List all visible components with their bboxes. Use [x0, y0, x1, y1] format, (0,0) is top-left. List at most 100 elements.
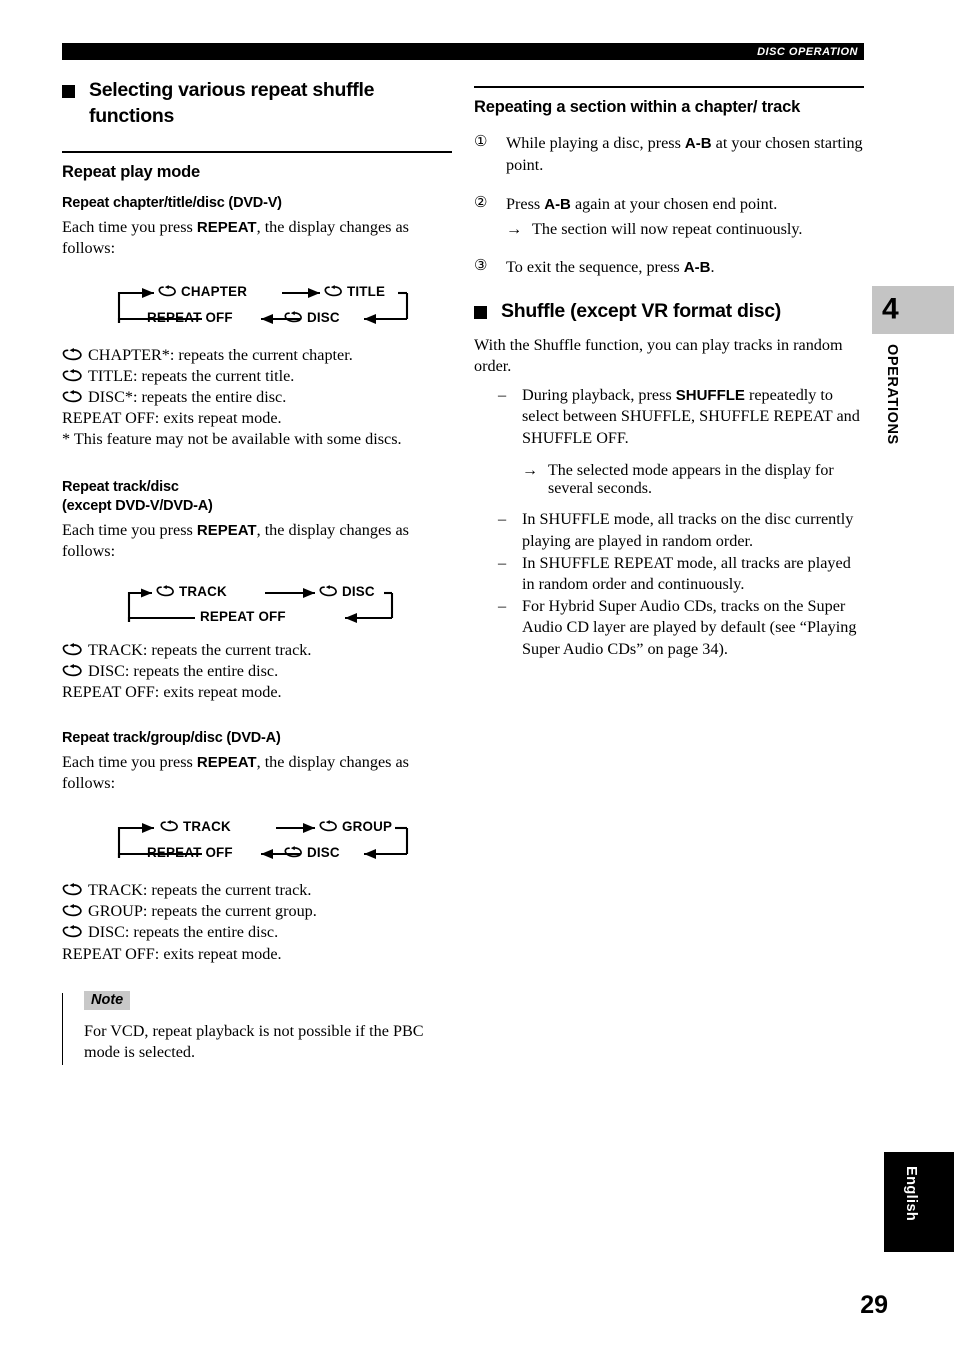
repeat-loop-icon — [284, 311, 303, 324]
language-tab: English — [884, 1152, 954, 1252]
step-post: again at your chosen end point. — [570, 194, 778, 213]
flow-label-repeat-off-2: REPEAT OFF — [200, 609, 286, 625]
shuffle-pre: During playback, press — [522, 385, 676, 404]
step-number: ③ — [474, 258, 488, 275]
intro-pre-2: Each time you press — [62, 521, 197, 540]
note-tag: Note — [84, 990, 131, 1010]
repeat-loop-icon — [62, 643, 83, 657]
shuffle-list-item: – In SHUFFLE mode, all tracks on the dis… — [498, 509, 864, 552]
flow-label-track-3-text: TRACK — [183, 819, 231, 835]
definition-text: DISC: repeats the entire disc. — [88, 923, 279, 942]
definition-repeat-off: REPEAT OFF: exits repeat mode. — [62, 409, 282, 428]
flow-label-disc-text: DISC — [307, 310, 340, 326]
key-ab-1: A-B — [684, 134, 712, 152]
key-ab-2: A-B — [544, 195, 571, 213]
paragraph-repeat-intro-3: Each time you press REPEAT, the display … — [62, 752, 452, 794]
key-ab-3: A-B — [683, 259, 711, 277]
left-column: Selecting various repeat shuffle functio… — [62, 78, 452, 1065]
shuffle-item-text: During playback, press SHUFFLE repeatedl… — [522, 385, 864, 450]
arrow-right-icon: → — [522, 462, 538, 480]
step-number: ② — [474, 194, 488, 211]
bullet-square-icon — [62, 85, 75, 98]
flow-label-group-text: GROUP — [342, 819, 393, 835]
definition-repeat-off: REPEAT OFF: exits repeat mode. — [62, 683, 282, 702]
divider-rule — [62, 151, 452, 154]
repeat-loop-icon — [62, 904, 83, 918]
flow-label-chapter-text: CHAPTER — [181, 284, 248, 300]
chapter-number: 4 — [882, 292, 899, 326]
shuffle-result-text: The selected mode appears in the display… — [548, 462, 834, 498]
shuffle-item-text: For Hybrid Super Audio CDs, tracks on th… — [522, 596, 857, 658]
section-title-shuffle: Shuffle (except VR format disc) — [474, 299, 864, 325]
flow-diagram-chapter-title-disc: CHAPTER TITLE DISC REPEAT OFF — [62, 275, 452, 333]
step-item: ③ To exit the sequence, press A-B. — [474, 256, 864, 279]
dash-bullet-icon: – — [498, 510, 507, 529]
repeat-loop-icon — [62, 348, 83, 362]
repeat-loop-icon — [158, 285, 177, 298]
language-tab-text: English — [903, 1166, 919, 1222]
flow-label-disc-3: DISC — [284, 845, 340, 860]
heading-repeat-track-disc-line2: (except DVD-V/DVD-A) — [62, 498, 213, 515]
flow-label-disc-3-text: DISC — [307, 845, 340, 861]
repeat-loop-icon — [319, 585, 338, 598]
definition-item: DISC*: repeats the entire disc. — [62, 387, 452, 408]
shuffle-bullet-list: – During playback, press SHUFFLE repeate… — [474, 385, 864, 660]
key-shuffle: SHUFFLE — [675, 386, 745, 404]
flow-label-disc-2: DISC — [319, 584, 375, 599]
chapter-number-tab: 4 — [872, 286, 954, 334]
flow-label-title-text: TITLE — [347, 284, 386, 300]
definition-item: TITLE: repeats the current title. — [62, 366, 452, 387]
definition-item: TRACK: repeats the current track. — [62, 640, 452, 661]
intro-pre-1: Each time you press — [62, 217, 197, 236]
step-pre: Press — [506, 194, 545, 213]
step-pre: To exit the sequence, press — [506, 258, 684, 277]
bullet-square-icon — [474, 305, 487, 319]
step-result-text: The section will now repeat continuously… — [532, 219, 803, 238]
definition-text: TRACK: repeats the current track. — [88, 641, 312, 660]
repeat-loop-icon — [62, 390, 83, 404]
intro-pre-3: Each time you press — [62, 753, 197, 772]
definition-list-3: TRACK: repeats the current track. GROUP:… — [62, 880, 452, 964]
flow-diagram-track-disc: TRACK DISC REPEAT OFF — [62, 578, 452, 630]
flow-label-repeat-off-3: REPEAT OFF — [147, 845, 233, 861]
repeat-loop-icon — [324, 285, 343, 298]
section-title-text: Selecting various repeat shuffle functio… — [89, 79, 375, 127]
flow-label-chapter: CHAPTER — [158, 284, 247, 299]
definition-repeat-off: REPEAT OFF: exits repeat mode. — [62, 944, 282, 963]
flow-label-group: GROUP — [319, 819, 392, 834]
shuffle-item-text: In SHUFFLE mode, all tracks on the disc … — [522, 510, 854, 551]
flow-label-repeat-off: REPEAT OFF — [147, 310, 233, 326]
arrow-right-icon: → — [506, 219, 523, 238]
key-repeat-3: REPEAT — [196, 754, 257, 772]
flow-label-disc: DISC — [284, 310, 340, 325]
shuffle-list-item: – In SHUFFLE REPEAT mode, all tracks are… — [498, 553, 864, 596]
key-repeat-2: REPEAT — [196, 522, 257, 540]
definition-text: DISC*: repeats the entire disc. — [88, 388, 287, 407]
definition-text: DISC: repeats the entire disc. — [88, 662, 279, 681]
flow-label-disc-2-text: DISC — [342, 584, 375, 600]
repeat-loop-icon — [62, 369, 83, 383]
repeat-loop-icon — [319, 820, 338, 833]
definition-item: DISC: repeats the entire disc. — [62, 922, 452, 943]
definition-text: TRACK: repeats the current track. — [88, 881, 312, 900]
shuffle-item-text: In SHUFFLE REPEAT mode, all tracks are p… — [522, 553, 851, 594]
repeat-loop-icon — [62, 883, 83, 897]
repeat-loop-icon — [62, 664, 83, 678]
shuffle-list-item: – For Hybrid Super Audio CDs, tracks on … — [498, 596, 864, 661]
dash-bullet-icon: – — [498, 596, 507, 615]
definition-text: TITLE: repeats the current title. — [88, 367, 295, 386]
repeat-loop-icon — [284, 846, 303, 859]
key-repeat-1: REPEAT — [196, 218, 257, 236]
repeat-loop-icon — [160, 820, 179, 833]
flow-label-track-2-text: TRACK — [179, 584, 227, 600]
step-text: To exit the sequence, press A-B. — [506, 256, 864, 279]
shuffle-result-line: → The selected mode appears in the displ… — [498, 462, 864, 498]
step-item: ② Press A-B again at your chosen end poi… — [474, 193, 864, 240]
note-block: Note For VCD, repeat playback is not pos… — [62, 990, 452, 1065]
section-title-selecting-repeat-shuffle: Selecting various repeat shuffle functio… — [62, 78, 452, 129]
step-pre: While playing a disc, press — [506, 133, 685, 152]
step-number: ① — [474, 133, 488, 150]
flow-label-track-2: TRACK — [156, 584, 227, 599]
flow-label-track-3: TRACK — [160, 819, 231, 834]
paragraph-repeat-intro-2: Each time you press REPEAT, the display … — [62, 520, 452, 562]
